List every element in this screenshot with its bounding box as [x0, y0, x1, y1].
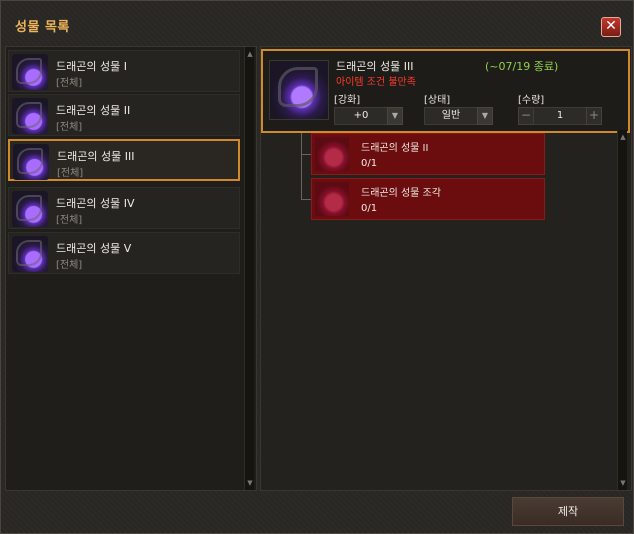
- relic-fragment-icon: [315, 182, 349, 216]
- list-item-relic-2[interactable]: 드래곤의 성물 II [전체]: [8, 94, 240, 136]
- dragon-relic-icon: [12, 236, 48, 272]
- qty-plus-button[interactable]: +: [586, 107, 602, 125]
- material-name: 드래곤의 성물 조각: [361, 188, 441, 199]
- list-item-name: 드래곤의 성물 V: [56, 242, 132, 255]
- tree-connector: [301, 154, 311, 155]
- state-label: [상태]: [424, 95, 451, 106]
- dragon-relic-icon: [315, 137, 349, 171]
- list-item-sub: [전체]: [57, 168, 84, 179]
- list-item-sub: [전체]: [56, 78, 83, 89]
- material-count: 0/1: [361, 203, 378, 214]
- enhance-select[interactable]: +0: [334, 107, 388, 125]
- qty-input[interactable]: 1: [533, 107, 587, 125]
- list-item-sub: [전체]: [56, 215, 83, 226]
- scroll-up-icon[interactable]: ▲: [618, 132, 628, 142]
- enhance-label: [강화]: [334, 95, 361, 106]
- close-icon: ✕: [605, 18, 617, 34]
- relic-detail-panel: 드래곤의 성물 III (~07/19 종료) 아이템 조건 불만족 [강화] …: [260, 46, 632, 491]
- list-item-relic-3[interactable]: 드래곤의 성물 III [전체]: [8, 139, 240, 181]
- list-item-sub: [전체]: [56, 122, 83, 133]
- list-item-name: 드래곤의 성물 IV: [56, 197, 135, 210]
- detail-period: (~07/19 종료): [485, 60, 559, 73]
- scroll-up-icon[interactable]: ▲: [245, 49, 255, 59]
- requirement-warning: 아이템 조건 불만족: [336, 77, 416, 88]
- material-row[interactable]: 드래곤의 성물 II 0/1: [311, 133, 545, 175]
- dragon-relic-icon: [12, 98, 48, 134]
- material-row[interactable]: 드래곤의 성물 조각 0/1: [311, 178, 545, 220]
- close-button[interactable]: ✕: [601, 17, 621, 37]
- dragon-relic-icon: [12, 191, 48, 227]
- scroll-down-icon[interactable]: ▼: [618, 478, 628, 488]
- list-item-relic-1[interactable]: 드래곤의 성물 I [전체]: [8, 50, 240, 92]
- dragon-relic-icon: [13, 144, 49, 180]
- title-bar[interactable]: 성물 목록 ✕: [1, 1, 633, 45]
- selected-relic-card: 드래곤의 성물 III (~07/19 종료) 아이템 조건 불만족 [강화] …: [261, 49, 630, 133]
- dragon-relic-icon: [12, 54, 48, 90]
- material-count: 0/1: [361, 158, 378, 169]
- relic-list-window: 성물 목록 ✕ 드래곤의 성물 I [전체] 드래곤의 성물 II [전체] 드…: [0, 0, 634, 534]
- state-select[interactable]: 일반: [424, 107, 478, 125]
- qty-minus-button[interactable]: −: [518, 107, 534, 125]
- tree-connector: [301, 199, 311, 200]
- relic-list-panel: 드래곤의 성물 I [전체] 드래곤의 성물 II [전체] 드래곤의 성물 I…: [5, 46, 257, 491]
- window-title: 성물 목록: [15, 20, 70, 35]
- chevron-down-icon[interactable]: ▼: [387, 107, 403, 125]
- detail-scrollbar[interactable]: ▲ ▼: [617, 130, 627, 490]
- scroll-down-icon[interactable]: ▼: [245, 478, 255, 488]
- list-item-relic-4[interactable]: 드래곤의 성물 IV [전체]: [8, 187, 240, 229]
- list-item-name: 드래곤의 성물 I: [56, 60, 127, 73]
- detail-name: 드래곤의 성물 III: [336, 60, 414, 73]
- list-item-name: 드래곤의 성물 II: [56, 104, 131, 117]
- chevron-down-icon[interactable]: ▼: [477, 107, 493, 125]
- dragon-relic-icon: [269, 60, 329, 120]
- qty-label: [수량]: [518, 95, 545, 106]
- list-scrollbar[interactable]: ▲ ▼: [244, 47, 254, 490]
- tree-connector: [301, 133, 302, 200]
- material-name: 드래곤의 성물 II: [361, 143, 429, 154]
- list-item-name: 드래곤의 성물 III: [57, 150, 135, 163]
- list-item-sub: [전체]: [56, 260, 83, 271]
- list-item-relic-5[interactable]: 드래곤의 성물 V [전체]: [8, 232, 240, 274]
- craft-button[interactable]: 제작: [512, 497, 624, 526]
